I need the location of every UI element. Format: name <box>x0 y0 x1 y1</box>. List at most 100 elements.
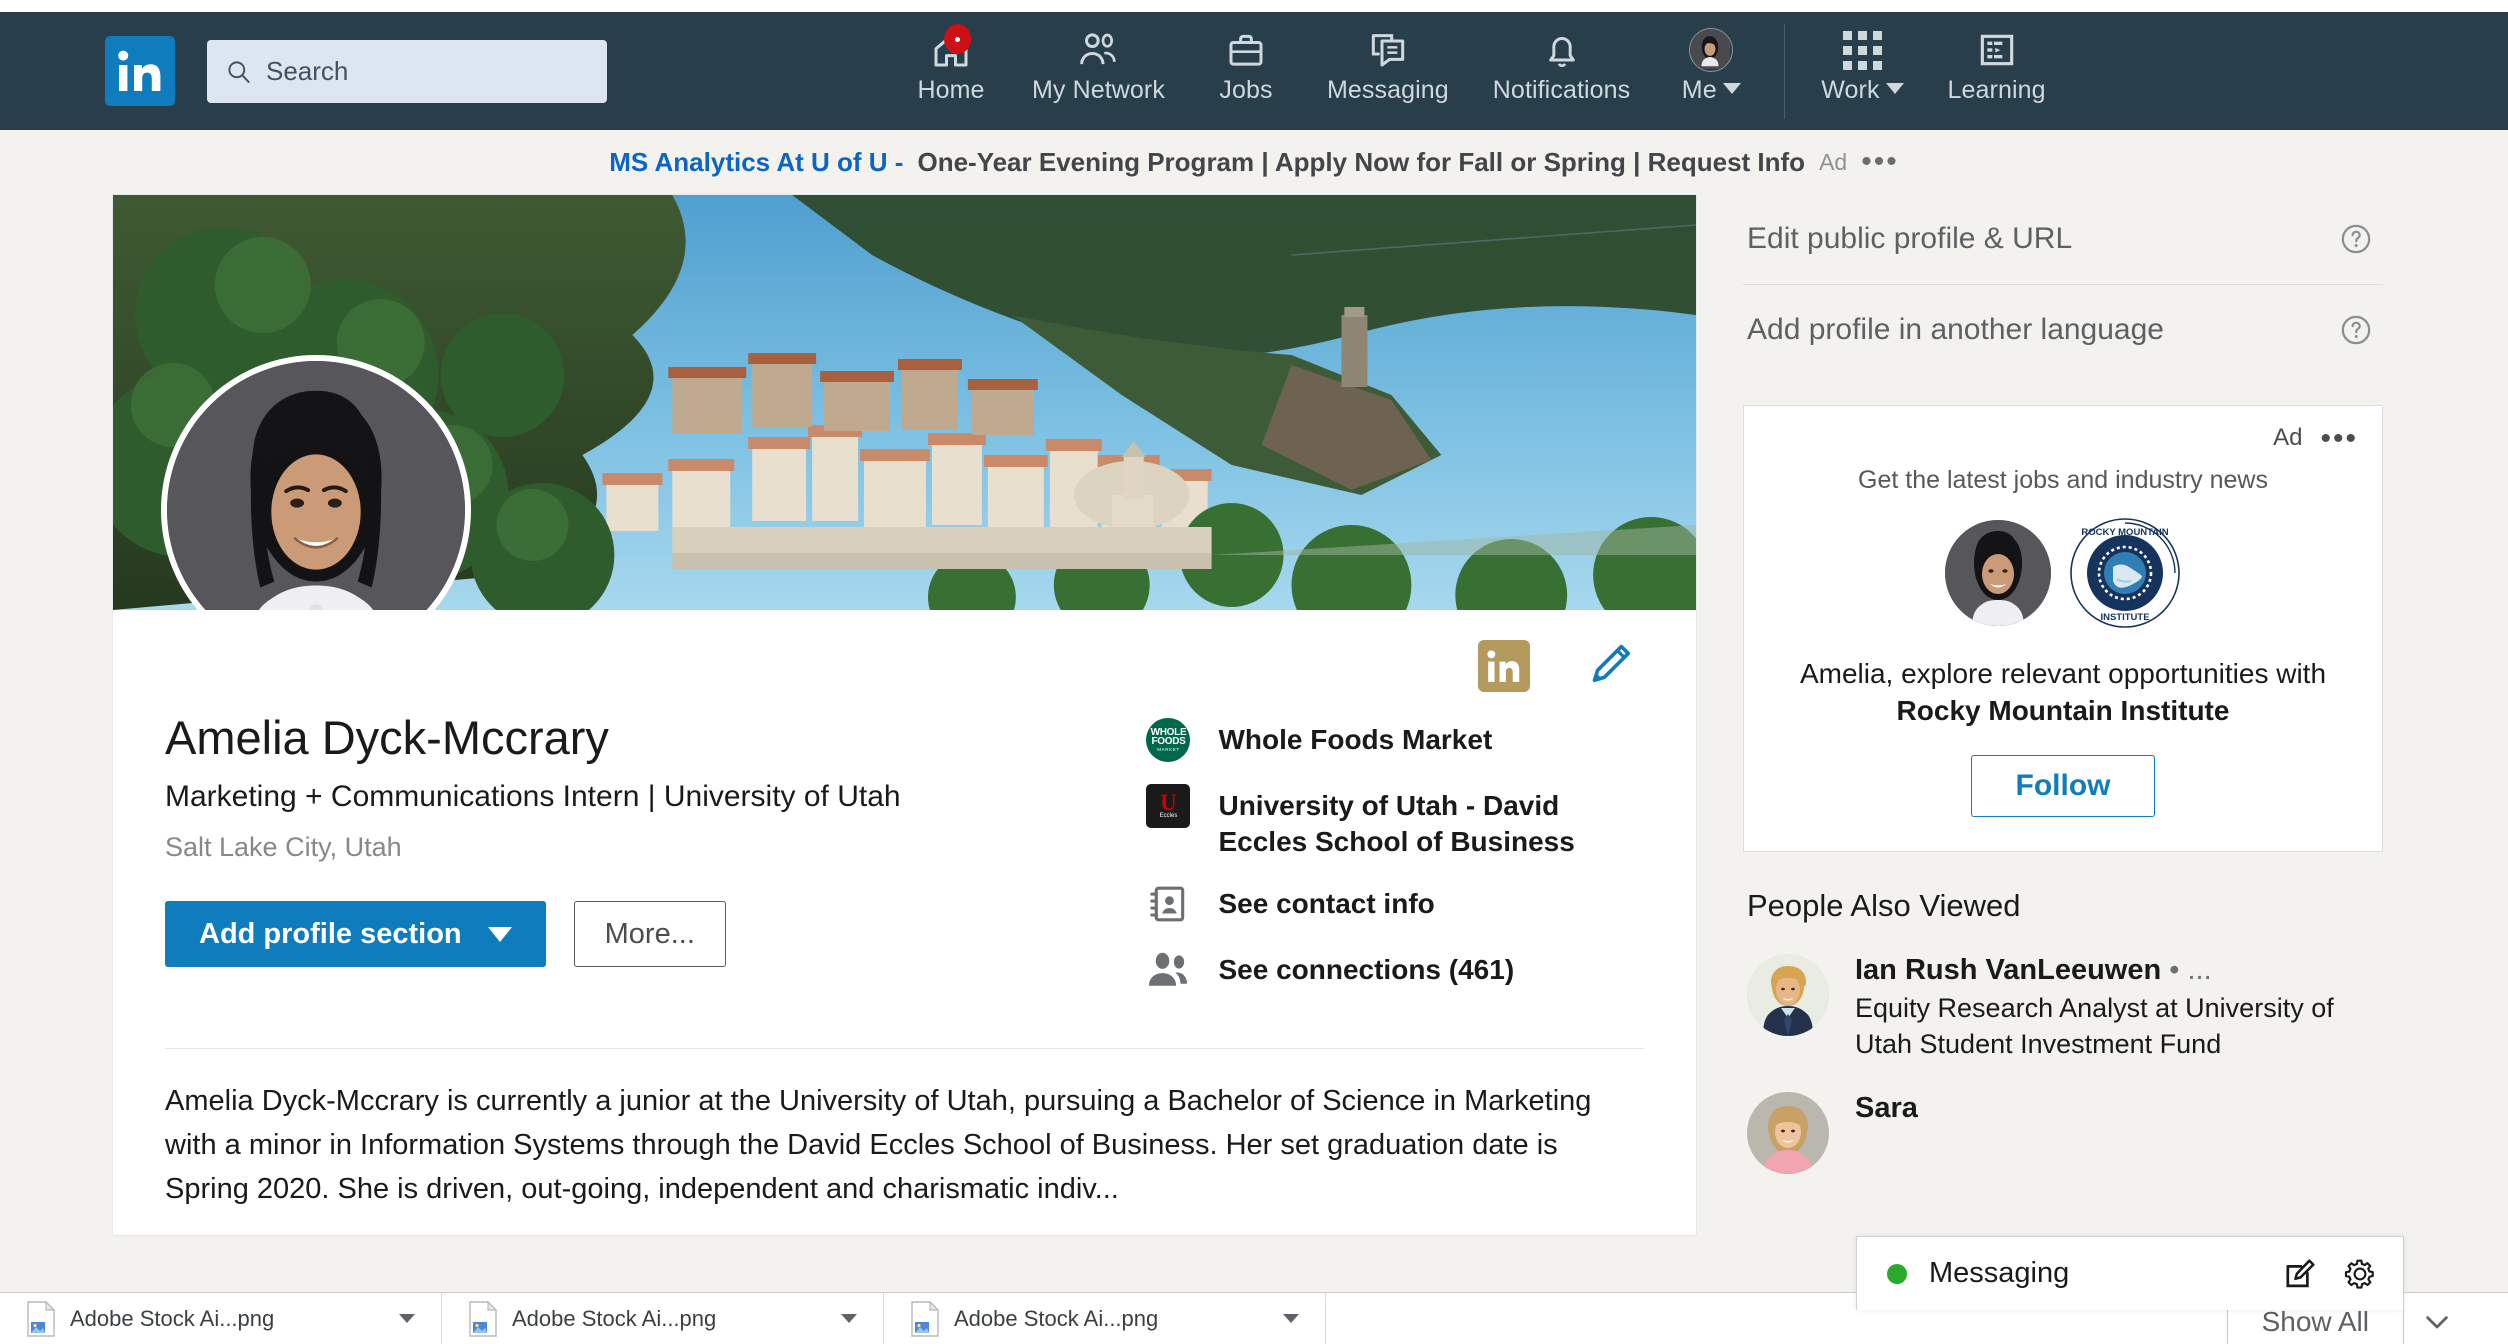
search-input[interactable] <box>266 56 589 87</box>
nav-label-jobs: Jobs <box>1219 76 1272 105</box>
nav-label-notifications: Notifications <box>1493 76 1630 105</box>
profile-headline: Marketing + Communications Intern | Univ… <box>165 777 1110 816</box>
people-also-viewed-text: Ian Rush VanLeeuwen • ... Equity Researc… <box>1855 954 2383 1061</box>
profile-location: Salt Lake City, Utah <box>165 832 1110 863</box>
profile-photo-avatar <box>1945 520 2051 626</box>
search-box[interactable] <box>207 40 607 103</box>
people-also-viewed-item[interactable]: Sara <box>1743 1092 2383 1174</box>
ellipsis-icon[interactable]: ••• <box>1861 156 1899 168</box>
info-row-contact[interactable]: See contact info <box>1146 882 1644 926</box>
compose-message-icon[interactable] <box>2283 1257 2317 1291</box>
nav-item-notifications[interactable]: Notifications <box>1471 12 1652 105</box>
profile-bio: Amelia Dyck-Mccrary is currently a junio… <box>165 1049 1644 1235</box>
right-sidebar: Edit public profile & URL Add profile in… <box>1743 194 2383 1236</box>
people-also-viewed-subtitle: Equity Research Analyst at University of… <box>1855 991 2383 1061</box>
page-title: Amelia Dyck-Mccrary <box>165 710 1110 765</box>
university-of-utah-logo-icon: UEccles <box>1146 784 1190 828</box>
nav-primary-items: Home My Network Jobs <box>892 12 1770 130</box>
nav-divider <box>1784 24 1785 119</box>
nav-item-work[interactable]: Work <box>1799 12 1925 105</box>
linkedin-gold-badge-icon[interactable] <box>1478 640 1530 692</box>
help-question-icon[interactable] <box>2339 222 2373 256</box>
chevron-down-icon[interactable] <box>841 1314 857 1323</box>
nav-label-work: Work <box>1821 76 1879 105</box>
sidebar-ad-body-prefix: Amelia, explore relevant opportunities w… <box>1800 658 2326 689</box>
top-ad-banner[interactable]: MS Analytics At U of U - One-Year Evenin… <box>0 130 2508 194</box>
download-file-name: Adobe Stock Ai...png <box>70 1306 274 1332</box>
nav-item-my-network[interactable]: My Network <box>1010 12 1187 105</box>
ad-banner-link[interactable]: MS Analytics At U of U - <box>609 147 903 178</box>
people-also-viewed-title: People Also Viewed <box>1747 888 2383 924</box>
nav-item-home[interactable]: Home <box>892 12 1010 105</box>
nav-label-my-network: My Network <box>1032 76 1165 105</box>
nav-item-messaging[interactable]: Messaging <box>1305 12 1471 105</box>
profile-card: Amelia Dyck-Mccrary Marketing + Communic… <box>112 194 1697 1236</box>
image-file-icon <box>910 1301 940 1337</box>
chevron-down-icon[interactable] <box>1283 1314 1299 1323</box>
briefcase-icon <box>1226 30 1266 70</box>
grid-apps-icon <box>1843 31 1882 70</box>
info-row-connections[interactable]: See connections (461) <box>1146 948 1644 992</box>
sidebar-ad-tag: Ad <box>2273 424 2302 452</box>
nav-label-messaging: Messaging <box>1327 76 1449 105</box>
help-question-icon[interactable] <box>2339 313 2373 347</box>
gear-icon[interactable] <box>2343 1257 2377 1291</box>
download-item[interactable]: Adobe Stock Ai...png <box>0 1293 442 1344</box>
rocky-mountain-institute-logo-icon: ROCKY MOUNTAIN INSTITUTE <box>2069 517 2181 629</box>
home-notification-badge <box>944 24 971 54</box>
chevron-down-icon[interactable] <box>399 1314 415 1323</box>
messaging-widget[interactable]: Messaging <box>1856 1236 2404 1310</box>
add-profile-language-label: Add profile in another language <box>1747 313 2164 347</box>
home-icon-wrap <box>931 28 971 72</box>
person-avatar-icon <box>1747 954 1829 1036</box>
edit-public-profile-link[interactable]: Edit public profile & URL <box>1743 194 2383 284</box>
nav-item-learning[interactable]: Learning <box>1926 12 2068 105</box>
nav-label-learning: Learning <box>1948 76 2046 105</box>
cover-photo-coastal-village[interactable] <box>113 195 1696 610</box>
learning-play-icon <box>1977 30 2017 70</box>
see-connections-label: See connections (461) <box>1218 948 1514 988</box>
me-label-row: Me <box>1682 72 1741 105</box>
people-icon <box>1078 30 1118 70</box>
sidebar-ad-company: Rocky Mountain Institute <box>1897 695 2230 726</box>
profile-info-list: WHOLEFOODSMARKET Whole Foods Market UEcc… <box>1146 710 1644 1014</box>
more-button[interactable]: More... <box>574 901 726 967</box>
close-icon[interactable] <box>2422 1307 2452 1337</box>
linkedin-logo-icon[interactable] <box>105 36 175 106</box>
follow-button[interactable]: Follow <box>1971 755 2156 817</box>
contact-card-icon <box>1146 882 1190 926</box>
image-file-icon <box>468 1301 498 1337</box>
edit-public-profile-label: Edit public profile & URL <box>1747 222 2072 256</box>
download-file-name: Adobe Stock Ai...png <box>954 1306 1158 1332</box>
profile-action-icons <box>165 610 1644 700</box>
svg-text:ROCKY MOUNTAIN: ROCKY MOUNTAIN <box>2081 527 2168 538</box>
sidebar-ad-body: Amelia, explore relevant opportunities w… <box>1768 655 2358 729</box>
online-status-dot <box>1887 1264 1907 1284</box>
profile-photo-avatar[interactable] <box>161 355 471 610</box>
info-row-school[interactable]: UEccles University of Utah - David Eccle… <box>1146 784 1644 860</box>
edit-pencil-icon[interactable] <box>1588 641 1634 692</box>
add-profile-language-link[interactable]: Add profile in another language <box>1743 285 2383 375</box>
chevron-down-icon <box>1723 83 1741 94</box>
info-row-company[interactable]: WHOLEFOODSMARKET Whole Foods Market <box>1146 718 1644 762</box>
nav-item-jobs[interactable]: Jobs <box>1187 12 1305 105</box>
add-profile-section-button[interactable]: Add profile section <box>165 901 546 967</box>
search-icon <box>225 58 252 85</box>
browser-top-strip <box>0 0 2508 12</box>
bell-icon <box>1542 30 1582 70</box>
linkedin-global-nav: Home My Network Jobs <box>0 12 2508 130</box>
nav-item-me[interactable]: Me <box>1652 12 1770 105</box>
people-also-viewed-name: Ian Rush VanLeeuwen • ... <box>1855 954 2383 987</box>
profile-identity: Amelia Dyck-Mccrary Marketing + Communic… <box>165 700 1644 1014</box>
download-item[interactable]: Adobe Stock Ai...png <box>442 1293 884 1344</box>
page-wrapper: Amelia Dyck-Mccrary Marketing + Communic… <box>0 194 2508 1344</box>
avatar <box>1689 28 1733 72</box>
add-profile-section-label: Add profile section <box>199 918 462 951</box>
nav-label-home: Home <box>917 76 984 105</box>
sidebar-ad-subtitle: Get the latest jobs and industry news <box>1768 466 2358 495</box>
people-also-viewed-text: Sara <box>1855 1092 1918 1174</box>
download-item[interactable]: Adobe Stock Ai...png <box>884 1293 1326 1344</box>
page-content: Amelia Dyck-Mccrary Marketing + Communic… <box>0 194 2508 1236</box>
people-also-viewed-item[interactable]: Ian Rush VanLeeuwen • ... Equity Researc… <box>1743 954 2383 1061</box>
ellipsis-icon[interactable]: ••• <box>2320 431 2358 446</box>
